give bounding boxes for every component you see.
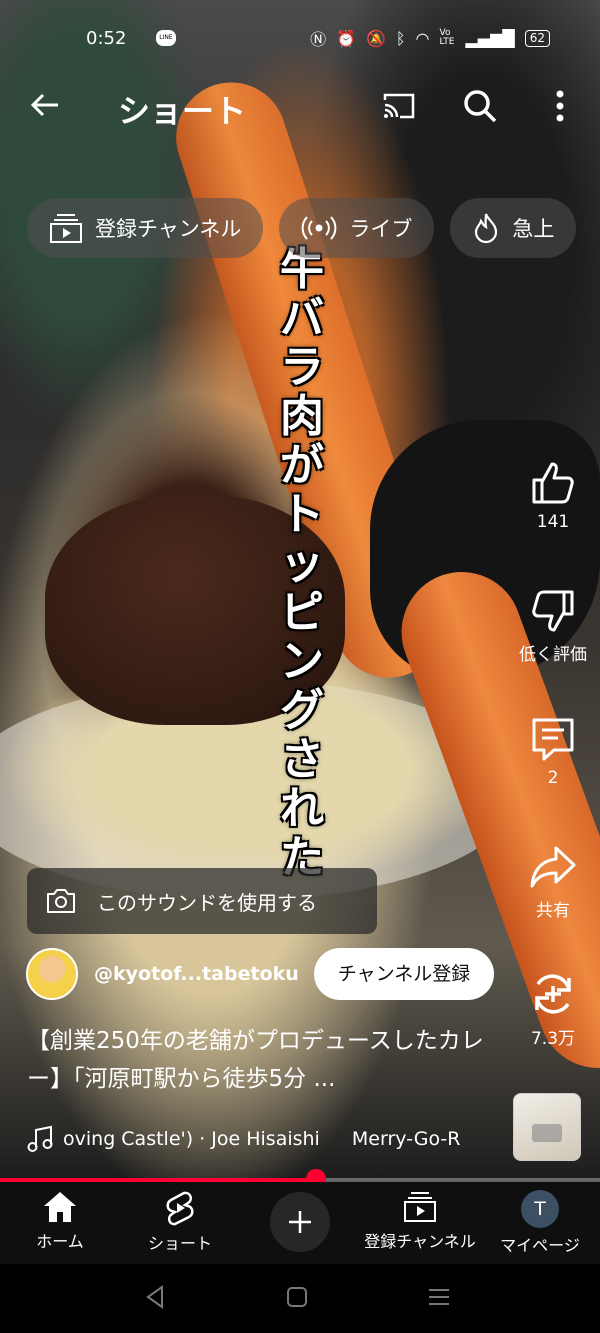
shorts-icon <box>166 1191 194 1226</box>
sound-thumbnail[interactable] <box>513 1093 581 1161</box>
like-button[interactable]: 141 <box>506 460 600 532</box>
filter-chips: 登録チャンネル ライブ 急上 <box>27 198 577 258</box>
remix-icon <box>535 974 571 1014</box>
channel-row: @kyotof...tabetoku チャンネル登録 <box>26 946 496 1002</box>
nfc-icon: Ⓝ <box>310 30 327 49</box>
video-title[interactable]: 【創業250年の老舗がプロデュースしたカレー】「河原町駅から徒歩5分 ... <box>27 1022 497 1098</box>
share-button[interactable]: 共有 <box>506 844 600 921</box>
system-back-icon[interactable] <box>140 1282 170 1312</box>
subscriptions-icon <box>50 214 82 243</box>
mute-icon: 🔕 <box>366 28 386 48</box>
video-caption-overlay: 牛バラ肉がトッピングされた <box>280 244 324 883</box>
thumbs-down-icon <box>532 590 574 632</box>
chip-live[interactable]: ライブ <box>279 198 435 258</box>
cast-button[interactable] <box>382 92 415 119</box>
page-title: ショート <box>118 92 247 130</box>
nav-home-label: ホーム <box>36 1232 84 1251</box>
more-options-button[interactable] <box>548 88 572 124</box>
nav-profile-label: マイページ <box>500 1236 580 1255</box>
channel-avatar[interactable] <box>26 948 78 1000</box>
create-button[interactable] <box>270 1192 330 1252</box>
comment-icon <box>532 718 574 761</box>
home-icon <box>44 1192 76 1222</box>
use-sound-label: このサウンドを使用する <box>97 890 317 915</box>
wifi-icon: ◠ <box>415 28 430 48</box>
music-track: oving Castle') · Joe Hisaishi <box>63 1128 320 1150</box>
chip-trending[interactable]: 急上 <box>450 198 577 258</box>
music-track-next: Merry-Go-R <box>351 1128 461 1150</box>
chip-label: 登録チャンネル <box>95 217 242 241</box>
system-home-icon[interactable] <box>282 1282 312 1312</box>
nav-profile[interactable]: T マイページ <box>480 1190 600 1256</box>
remix-button[interactable]: 7.3万 <box>506 970 600 1049</box>
line-app-icon: LINE <box>156 30 176 46</box>
channel-handle[interactable]: @kyotof...tabetoku <box>94 963 299 985</box>
music-row[interactable]: oving Castle') · Joe Hisaishi Merry-Go-R <box>27 1122 497 1156</box>
plus-icon <box>289 1211 311 1233</box>
battery-icon: 62 <box>524 29 550 47</box>
subscriptions-icon <box>404 1192 436 1222</box>
back-button[interactable] <box>28 88 62 128</box>
music-marquee: oving Castle') · Joe Hisaishi Merry-Go-R <box>63 1128 486 1150</box>
profile-avatar: T <box>521 1190 559 1228</box>
status-icons: Ⓝ ⏰ 🔕 ᛒ ◠ Vo LTE ▂▄▆█ 62 <box>310 26 550 50</box>
search-button[interactable] <box>462 88 498 124</box>
chip-label: ライブ <box>349 217 413 241</box>
top-app-bar: ショート <box>0 80 600 132</box>
nav-shorts[interactable]: ショート <box>120 1190 240 1254</box>
nav-subscriptions[interactable]: 登録チャンネル <box>360 1190 480 1252</box>
share-icon <box>530 846 576 888</box>
system-menu-icon[interactable] <box>424 1282 454 1312</box>
cast-icon <box>383 93 415 119</box>
more-vertical-icon <box>556 90 564 122</box>
chip-subscriptions[interactable]: 登録チャンネル <box>27 198 264 258</box>
search-icon <box>464 90 497 123</box>
comment-count: 2 <box>547 768 559 788</box>
nav-shorts-label: ショート <box>147 1234 212 1253</box>
chip-label: 急上 <box>512 217 555 241</box>
use-sound-button[interactable]: このサウンドを使用する <box>27 868 377 934</box>
comments-button[interactable]: 2 <box>506 716 600 788</box>
trending-icon <box>475 213 498 244</box>
bottom-navigation: ホーム ショート 登録チャンネル T マイページ <box>0 1182 600 1264</box>
arrow-left-icon <box>30 93 58 117</box>
like-count: 141 <box>536 512 570 532</box>
live-icon <box>301 216 337 240</box>
bluetooth-icon: ᛒ <box>395 28 406 48</box>
camera-icon <box>47 889 75 913</box>
dislike-label: 低く評価 <box>519 645 587 665</box>
subscribe-button[interactable]: チャンネル登録 <box>314 948 494 1000</box>
status-time: 0:52 <box>86 28 127 49</box>
share-label: 共有 <box>536 901 570 921</box>
status-bar: 0:52 LINE Ⓝ ⏰ 🔕 ᛒ ◠ Vo LTE ▂▄▆█ 62 <box>0 0 600 80</box>
remix-count: 7.3万 <box>530 1029 576 1049</box>
dislike-button[interactable]: 低く評価 <box>506 588 600 665</box>
nav-subscriptions-label: 登録チャンネル <box>364 1232 476 1251</box>
alarm-icon: ⏰ <box>336 28 356 48</box>
volte-icon: Vo LTE <box>439 28 455 47</box>
signal-icon: ▂▄▆█ <box>465 28 515 48</box>
music-note-icon <box>27 1125 53 1152</box>
system-navigation-bar <box>0 1264 600 1333</box>
thumbs-up-icon <box>532 462 574 504</box>
nav-home[interactable]: ホーム <box>0 1190 120 1252</box>
